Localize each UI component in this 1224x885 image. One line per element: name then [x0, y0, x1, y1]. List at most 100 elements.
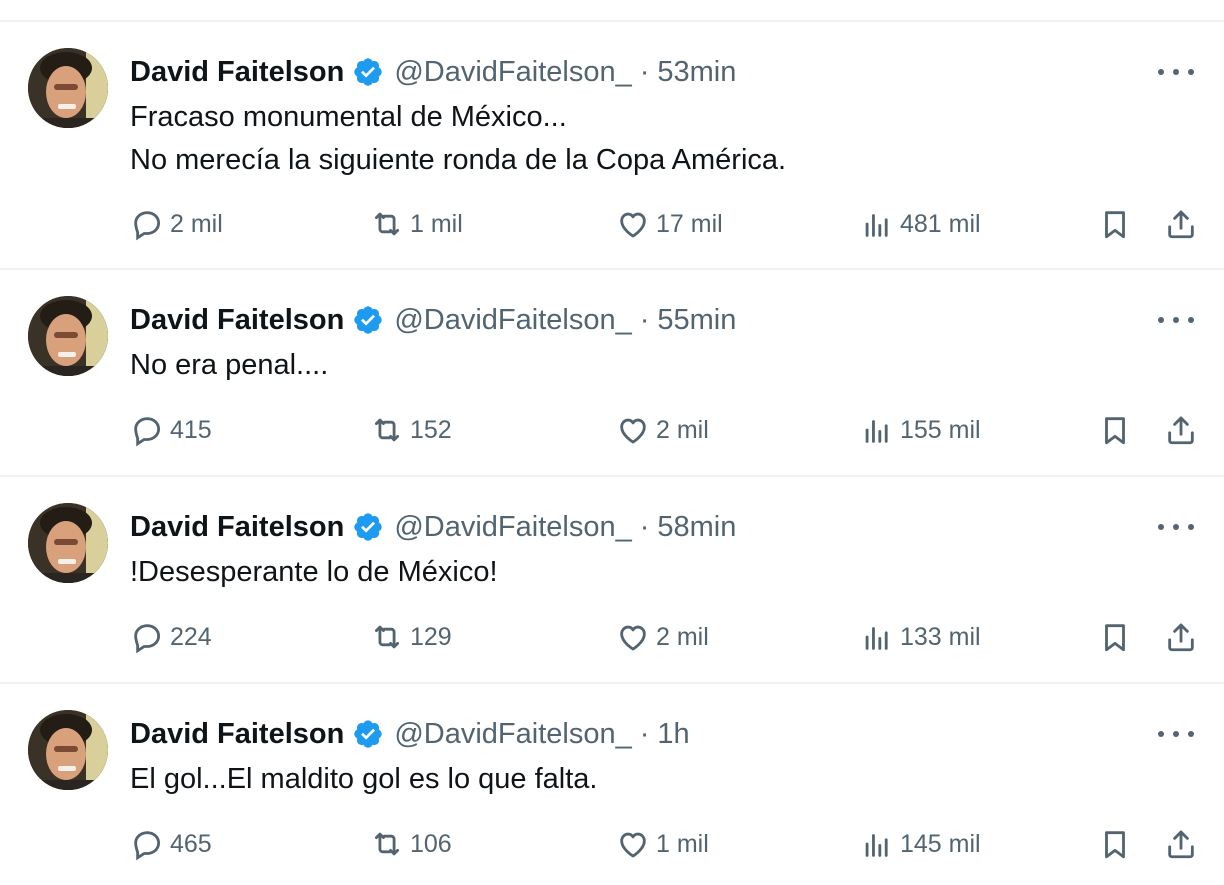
tweet-text: El gol...El maldito gol es lo que falta. [130, 758, 597, 801]
repost-icon [374, 832, 400, 856]
like-icon [620, 832, 646, 858]
tweet[interactable]: David Faitelson @DavidFaitelson_ · 1h El… [0, 684, 1224, 884]
tweet[interactable]: David Faitelson @DavidFaitelson_ · 55min… [0, 270, 1224, 477]
tweet[interactable]: David Faitelson @DavidFaitelson_ · 58min… [0, 477, 1224, 684]
share-button[interactable] [1164, 408, 1198, 452]
tweet-text-line: No era penal.... [130, 349, 329, 381]
more-icon[interactable] [1158, 60, 1194, 84]
tweet-header: David Faitelson @DavidFaitelson_ · 55min [130, 300, 736, 340]
avatar[interactable] [28, 503, 108, 583]
share-icon [1168, 623, 1194, 652]
views-icon [865, 214, 888, 237]
like-count: 2 mil [656, 622, 709, 651]
tweet-header: David Faitelson @DavidFaitelson_ · 1h [130, 714, 690, 754]
repost-count: 106 [410, 829, 452, 858]
verified-badge-icon [352, 718, 384, 750]
more-icon[interactable] [1158, 722, 1194, 746]
views-icon [865, 834, 888, 857]
repost-button[interactable]: 152 [370, 408, 452, 452]
views-button[interactable]: 133 mil [860, 615, 981, 659]
avatar[interactable] [28, 296, 108, 376]
bookmark-button[interactable] [1098, 822, 1132, 866]
separator-dot: · [639, 303, 650, 336]
share-icon [1168, 830, 1194, 859]
reply-button[interactable]: 465 [130, 822, 212, 866]
like-button[interactable]: 17 mil [616, 202, 723, 246]
reply-button[interactable]: 2 mil [130, 202, 223, 246]
tweet-text: Fracaso monumental de México... No merec… [130, 96, 786, 182]
verified-badge-icon [352, 304, 384, 336]
tweet-time[interactable]: 1h [657, 718, 689, 751]
like-button[interactable]: 2 mil [616, 408, 709, 452]
bookmark-button[interactable] [1098, 615, 1132, 659]
more-icon[interactable] [1158, 308, 1194, 332]
share-icon [1168, 210, 1194, 239]
repost-icon [374, 625, 400, 649]
more-icon[interactable] [1158, 515, 1194, 539]
reply-button[interactable]: 415 [130, 408, 212, 452]
author-name[interactable]: David Faitelson [130, 718, 344, 751]
share-icon [1168, 416, 1194, 445]
views-button[interactable]: 145 mil [860, 822, 981, 866]
tweet-feed: David Faitelson @DavidFaitelson_ · 53min… [0, 22, 1224, 884]
bookmark-button[interactable] [1098, 408, 1132, 452]
share-button[interactable] [1164, 202, 1198, 246]
author-name[interactable]: David Faitelson [130, 304, 344, 337]
share-button[interactable] [1164, 615, 1198, 659]
bookmark-button[interactable] [1098, 202, 1132, 246]
tweet-actions: 465 106 1 mil 145 mil [130, 822, 1204, 866]
repost-button[interactable]: 106 [370, 822, 452, 866]
tweet[interactable]: David Faitelson @DavidFaitelson_ · 53min… [0, 22, 1224, 270]
avatar[interactable] [28, 710, 108, 790]
bookmark-icon [1105, 211, 1125, 239]
tweet-text: !Desesperante lo de México! [130, 551, 498, 594]
bookmark-icon [1105, 417, 1125, 445]
bookmark-icon [1105, 624, 1125, 652]
tweet-text-line: !Desesperante lo de México! [130, 556, 498, 588]
tweet-time[interactable]: 55min [657, 304, 736, 337]
author-handle[interactable]: @DavidFaitelson_ [394, 304, 631, 337]
like-button[interactable]: 2 mil [616, 615, 709, 659]
tweet-text: No era penal.... [130, 344, 328, 387]
reply-count: 2 mil [170, 209, 223, 238]
reply-button[interactable]: 224 [130, 615, 212, 659]
repost-count: 129 [410, 622, 452, 651]
reply-icon [134, 624, 161, 654]
reply-count: 224 [170, 622, 212, 651]
like-count: 2 mil [656, 415, 709, 444]
repost-count: 1 mil [410, 209, 463, 238]
verified-badge-icon [352, 511, 384, 543]
avatar[interactable] [28, 48, 108, 128]
like-count: 1 mil [656, 829, 709, 858]
views-count: 481 mil [900, 209, 981, 238]
tweet-time[interactable]: 58min [657, 511, 736, 544]
repost-count: 152 [410, 415, 452, 444]
repost-button[interactable]: 129 [370, 615, 452, 659]
tweet-time[interactable]: 53min [657, 56, 736, 89]
tweet-text-line: El gol...El maldito gol es lo que falta. [130, 763, 598, 795]
reply-icon [134, 211, 161, 241]
views-button[interactable]: 481 mil [860, 202, 981, 246]
author-name[interactable]: David Faitelson [130, 511, 344, 544]
tweet-header: David Faitelson @DavidFaitelson_ · 58min [130, 507, 736, 547]
reply-count: 465 [170, 829, 212, 858]
author-handle[interactable]: @DavidFaitelson_ [394, 511, 631, 544]
reply-count: 415 [170, 415, 212, 444]
like-icon [620, 212, 646, 238]
repost-button[interactable]: 1 mil [370, 202, 463, 246]
views-count: 155 mil [900, 415, 981, 444]
tweet-text-line: Fracaso monumental de México... [130, 101, 567, 133]
author-handle[interactable]: @DavidFaitelson_ [394, 56, 631, 89]
like-button[interactable]: 1 mil [616, 822, 709, 866]
views-button[interactable]: 155 mil [860, 408, 981, 452]
reply-icon [134, 831, 161, 861]
author-name[interactable]: David Faitelson [130, 56, 344, 89]
bookmark-icon [1105, 831, 1125, 859]
reply-icon [134, 417, 161, 447]
tweet-actions: 224 129 2 mil 133 mil [130, 615, 1204, 659]
tweet-actions: 415 152 2 mil 155 mil [130, 408, 1204, 452]
separator-dot: · [639, 55, 650, 88]
share-button[interactable] [1164, 822, 1198, 866]
tweet-header: David Faitelson @DavidFaitelson_ · 53min [130, 52, 736, 92]
author-handle[interactable]: @DavidFaitelson_ [394, 718, 631, 751]
